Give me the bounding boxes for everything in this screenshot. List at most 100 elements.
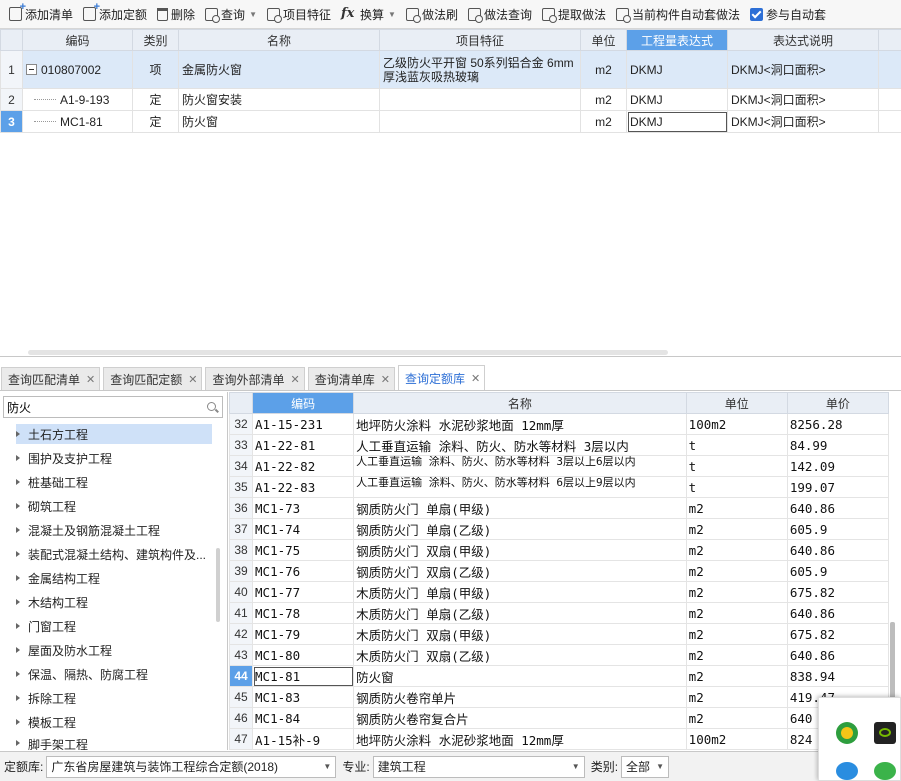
table-row[interactable]: 47 A1-15补-9 地坪防火涂料 水泥砂浆地面 12mm厚 100m2 824 xyxy=(229,728,890,750)
tree-item[interactable]: 金属结构工程 xyxy=(16,568,212,588)
query-button[interactable]: 查询 ▼ xyxy=(202,2,260,26)
table-row[interactable]: 45 MC1-83 钢质防火卷帘单片 m2 419.47 xyxy=(229,686,890,708)
table-row[interactable]: 39 MC1-76 钢质防火门 双扇(乙级) m2 605.9 xyxy=(229,560,890,582)
add-list-button[interactable]: 添加清单 xyxy=(6,1,76,26)
table-row[interactable]: 46 MC1-84 钢质防火卷帘复合片 m2 640 xyxy=(229,707,890,729)
tree-item[interactable]: 门窗工程 xyxy=(16,616,212,636)
tree-item[interactable]: 木结构工程 xyxy=(16,592,212,612)
chevron-down-icon[interactable]: ▼ xyxy=(249,10,257,19)
expand-arrow-icon[interactable] xyxy=(16,551,20,557)
selected-code-cell[interactable]: MC1-81 xyxy=(252,665,355,687)
close-icon[interactable]: ✕ xyxy=(86,373,95,386)
shield-icon[interactable] xyxy=(836,722,858,744)
convert-button[interactable]: fx 换算 ▼ xyxy=(338,2,399,26)
table-row[interactable]: 44 MC1-81 防火窗 m2 838.94 xyxy=(229,665,890,687)
close-icon[interactable]: ✕ xyxy=(381,373,390,386)
auto-participate-checkbox[interactable]: 参与自动套 xyxy=(747,2,829,26)
tab-external-list[interactable]: 查询外部清单 ✕ xyxy=(205,367,305,390)
chevron-down-icon[interactable]: ▼ xyxy=(572,762,580,771)
expand-arrow-icon[interactable] xyxy=(16,647,20,653)
horizontal-scrollbar[interactable] xyxy=(28,350,668,355)
tree-item[interactable]: 混凝土及钢筋混凝土工程 xyxy=(16,520,212,540)
table-row[interactable]: 40 MC1-77 木质防火门 单扇(甲级) m2 675.82 xyxy=(229,581,890,603)
col-code[interactable]: 编码 xyxy=(252,392,355,414)
search-icon[interactable] xyxy=(207,402,216,411)
bird-icon[interactable] xyxy=(836,762,858,780)
tree-item[interactable]: 保温、隔热、防腐工程 xyxy=(16,664,212,684)
tab-list-library[interactable]: 查询清单库 ✕ xyxy=(307,367,395,390)
tree-item[interactable]: 拆除工程 xyxy=(16,688,212,708)
chevron-down-icon[interactable]: ▼ xyxy=(388,10,396,19)
tab-quota-library[interactable]: 查询定额库 ✕ xyxy=(397,365,486,390)
col-unit[interactable]: 单位 xyxy=(580,29,627,51)
col-feature[interactable]: 项目特征 xyxy=(379,29,581,51)
close-icon[interactable]: ✕ xyxy=(188,373,197,386)
table-row[interactable]: 42 MC1-79 木质防火门 双扇(甲级) m2 675.82 xyxy=(229,623,890,645)
close-icon[interactable]: ✕ xyxy=(471,372,480,385)
chevron-down-icon[interactable]: ▼ xyxy=(656,762,664,771)
tree-item[interactable]: 桩基础工程 xyxy=(16,472,212,492)
table-row[interactable]: 33 A1-22-81 人工垂直运输 涂料、防火、防水等材料 3层以内 t 84.99 xyxy=(229,434,890,456)
expand-arrow-icon[interactable] xyxy=(16,503,20,509)
table-row[interactable]: 36 MC1-73 钢质防火门 单扇(甲级) m2 640.86 xyxy=(229,497,890,519)
add-quota-button[interactable]: 添加定额 xyxy=(80,1,150,26)
table-row[interactable]: 41 MC1-78 木质防火门 单扇(乙级) m2 640.86 xyxy=(229,602,890,624)
table-row[interactable]: 35 A1-22-83 人工垂直运输 涂料、防火、防水等材料 6层以上9层以内 t 19… xyxy=(229,476,890,498)
tab-match-quota[interactable]: 查询匹配定额 ✕ xyxy=(103,367,203,390)
table-row[interactable]: 37 MC1-74 钢质防火门 单扇(乙级) m2 605.9 xyxy=(229,518,890,540)
table-row[interactable]: 38 MC1-75 钢质防火门 双扇(甲级) m2 640.86 xyxy=(229,539,890,561)
wechat-icon[interactable] xyxy=(874,762,896,780)
table-row[interactable]: 3 MC1-81 定 防火窗 m2 DKMJ DKMJ<洞口面积> xyxy=(0,110,901,133)
auto-apply-button[interactable]: 当前构件自动套做法 xyxy=(613,2,743,26)
expand-arrow-icon[interactable] xyxy=(16,455,20,461)
nvidia-icon[interactable] xyxy=(874,722,896,744)
expand-arrow-icon[interactable] xyxy=(16,527,20,533)
expand-arrow-icon[interactable] xyxy=(16,575,20,581)
checkbox-checked-icon[interactable] xyxy=(750,7,763,21)
col-expression-desc[interactable]: 表达式说明 xyxy=(727,29,879,51)
extract-button[interactable]: 提取做法 xyxy=(539,2,609,26)
col-name[interactable]: 名称 xyxy=(353,392,687,414)
chevron-down-icon[interactable]: ▼ xyxy=(323,762,331,771)
col-type[interactable]: 类别 xyxy=(132,29,179,51)
tree-scrollbar[interactable] xyxy=(216,548,220,622)
method-query-button[interactable]: 做法查询 xyxy=(465,2,535,26)
category-select[interactable]: 全部 ▼ xyxy=(621,755,670,778)
library-select[interactable]: 广东省房屋建筑与装饰工程综合定额(2018) ▼ xyxy=(46,755,337,778)
tree-item[interactable]: 屋面及防水工程 xyxy=(16,640,212,660)
tree-item[interactable]: 装配式混凝土结构、建筑构件及... xyxy=(16,544,212,564)
tree-item[interactable]: 模板工程 xyxy=(16,712,212,732)
search-input[interactable] xyxy=(4,397,194,417)
delete-button[interactable]: 删除 xyxy=(154,2,198,26)
tree-item[interactable]: 砌筑工程 xyxy=(16,496,212,516)
col-unit[interactable]: 单位 xyxy=(685,392,788,414)
table-row[interactable]: 2 A1-9-193 定 防火窗安装 m2 DKMJ DKMJ<洞口面积> xyxy=(0,88,901,111)
expand-arrow-icon[interactable] xyxy=(16,431,20,437)
feature-button[interactable]: 项目特征 xyxy=(264,2,334,26)
brush-button[interactable]: 做法刷 xyxy=(403,2,461,26)
expression-cell-editing[interactable]: DKMJ xyxy=(626,110,728,133)
expand-arrow-icon[interactable] xyxy=(16,740,20,746)
col-code[interactable]: 编码 xyxy=(22,29,133,51)
tree-item[interactable]: 围护及支护工程 xyxy=(16,448,212,468)
expand-arrow-icon[interactable] xyxy=(16,719,20,725)
tree-item[interactable]: 脚手架工程 xyxy=(16,736,212,750)
major-select[interactable]: 建筑工程 ▼ xyxy=(372,755,585,778)
tree-item[interactable]: 土石方工程 xyxy=(16,424,212,444)
collapse-icon[interactable] xyxy=(26,63,37,75)
expand-arrow-icon[interactable] xyxy=(16,599,20,605)
expand-arrow-icon[interactable] xyxy=(16,695,20,701)
table-row[interactable]: 43 MC1-80 木质防火门 双扇(乙级) m2 640.86 xyxy=(229,644,890,666)
table-row[interactable]: 1 010807002 项 金属防火窗 乙级防火平开窗 50系列铝合金 6mm厚… xyxy=(0,50,901,89)
expand-arrow-icon[interactable] xyxy=(16,479,20,485)
col-price[interactable]: 单价 xyxy=(786,392,890,414)
col-name[interactable]: 名称 xyxy=(178,29,380,51)
col-expression[interactable]: 工程量表达式 xyxy=(626,29,728,51)
expand-arrow-icon[interactable] xyxy=(16,623,20,629)
table-row[interactable]: 34 A1-22-82 人工垂直运输 涂料、防火、防水等材料 3层以上6层以内 t 14… xyxy=(229,455,890,477)
tab-match-list[interactable]: 查询匹配清单 ✕ xyxy=(1,367,101,390)
table-row[interactable]: 32 A1-15-231 地坪防火涂料 水泥砂浆地面 12mm厚 100m2 8256.… xyxy=(229,413,890,435)
close-icon[interactable]: ✕ xyxy=(290,373,299,386)
search-box[interactable] xyxy=(3,396,223,418)
expand-arrow-icon[interactable] xyxy=(16,671,20,677)
